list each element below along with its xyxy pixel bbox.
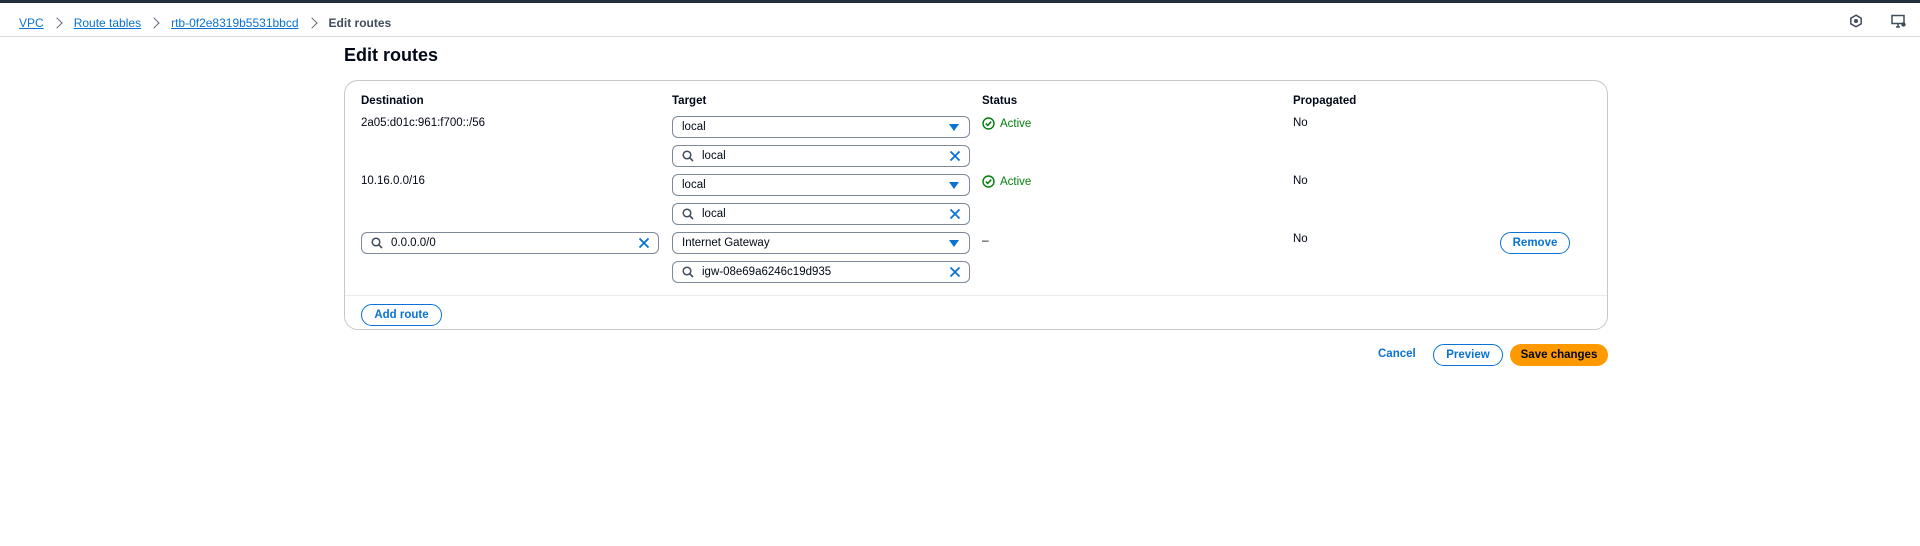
target-type-select[interactable]: local	[672, 116, 970, 138]
routes-editor-container: Destination Target Status Propagated 2a0…	[344, 80, 1608, 330]
search-icon	[682, 208, 694, 220]
destination-value: 2a05:d01c:961:f700::/56	[361, 117, 486, 129]
clear-icon[interactable]	[638, 237, 650, 249]
status-success-icon	[982, 175, 995, 188]
status-badge: Active	[982, 117, 1031, 130]
cancel-button[interactable]: Cancel	[1378, 348, 1416, 360]
clear-icon[interactable]	[949, 208, 961, 220]
chevron-right-icon	[51, 17, 63, 29]
target-search[interactable]: igw-08e69a6246c19d935	[672, 261, 970, 283]
breadcrumb-vpc[interactable]: VPC	[19, 16, 44, 30]
propagated-value: No	[1293, 233, 1308, 245]
status-text: Active	[1000, 117, 1032, 130]
header-status: Status	[982, 95, 1018, 107]
search-icon	[682, 266, 694, 278]
top-right-icons	[1848, 13, 1906, 29]
page-title: Edit routes	[344, 45, 439, 65]
target-search[interactable]: local	[672, 203, 970, 225]
breadcrumb-route-table-id[interactable]: rtb-0f2e8319b5531bbcd	[171, 16, 298, 30]
search-icon	[682, 150, 694, 162]
propagated-value: No	[1293, 175, 1308, 187]
target-search-value: local	[702, 150, 726, 162]
save-changes-button[interactable]: Save changes	[1510, 344, 1608, 366]
clear-icon[interactable]	[949, 150, 961, 162]
target-search-value: igw-08e69a6246c19d935	[702, 266, 832, 278]
target-type-select[interactable]: Internet Gateway	[672, 232, 970, 254]
header-target: Target	[672, 95, 707, 107]
destination-value: 10.16.0.0/16	[361, 175, 425, 187]
breadcrumb-route-tables[interactable]: Route tables	[74, 16, 141, 30]
target-search[interactable]: local	[672, 145, 970, 167]
status-badge: Active	[982, 175, 1031, 188]
target-type-value: local	[682, 121, 706, 133]
remove-route-button[interactable]: Remove	[1500, 232, 1570, 254]
divider	[345, 295, 1607, 296]
target-search-value: local	[702, 208, 726, 220]
caret-down-icon	[949, 124, 959, 131]
chevron-right-icon	[305, 17, 318, 29]
target-type-value: Internet Gateway	[682, 237, 770, 249]
caret-down-icon	[949, 182, 959, 189]
status-text: Active	[1000, 175, 1032, 188]
target-type-select[interactable]: local	[672, 174, 970, 196]
status-text: –	[982, 233, 989, 247]
preview-button[interactable]: Preview	[1433, 344, 1503, 366]
caret-down-icon	[949, 240, 959, 247]
notifications-icon[interactable]	[1848, 13, 1864, 29]
status-success-icon	[982, 117, 995, 130]
clear-icon[interactable]	[949, 266, 961, 278]
header-propagated: Propagated	[1293, 95, 1357, 107]
destination-input-value: 0.0.0.0/0	[391, 237, 436, 249]
search-icon	[371, 237, 383, 249]
header-destination: Destination	[361, 95, 424, 107]
chevron-right-icon	[148, 17, 160, 29]
feedback-icon[interactable]	[1890, 13, 1906, 29]
target-type-value: local	[682, 179, 706, 191]
breadcrumb: VPC Route tables rtb-0f2e8319b5531bbcd E…	[19, 16, 391, 30]
propagated-value: No	[1293, 117, 1308, 129]
breadcrumb-current: Edit routes	[328, 16, 392, 30]
add-route-button[interactable]: Add route	[361, 304, 442, 326]
breadcrumb-bar: VPC Route tables rtb-0f2e8319b5531bbcd E…	[0, 3, 1920, 37]
destination-input[interactable]: 0.0.0.0/0	[361, 232, 659, 254]
